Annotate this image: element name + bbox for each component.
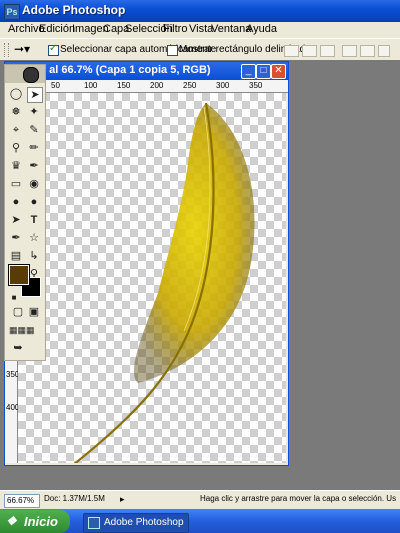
move-tool-icon[interactable]: ➤ — [27, 87, 43, 103]
paint-bucket-icon[interactable]: ◉ — [27, 177, 41, 191]
taskbar-item-label: Adobe Photoshop — [104, 517, 184, 528]
toolbox-header[interactable] — [5, 65, 45, 83]
eyedropper-tool-icon[interactable]: ↳ — [27, 249, 41, 263]
minimize-icon[interactable]: _ — [241, 64, 256, 79]
start-label: Inicio — [24, 514, 58, 529]
slice-tool-icon[interactable]: ✎ — [27, 123, 41, 137]
path-selection-icon[interactable]: ➤ — [9, 213, 23, 227]
status-arrow-icon[interactable]: ▸ — [120, 494, 125, 505]
brush-tool-icon[interactable]: ✏ — [27, 141, 41, 155]
menu-ayuda[interactable]: Ayuda — [246, 23, 277, 35]
menu-vista[interactable]: Vista — [189, 23, 213, 35]
align-top-icon[interactable] — [284, 45, 299, 57]
type-tool-icon[interactable]: T — [27, 213, 41, 227]
toolbox: ◯ ➤ ❅ ✦ ⌖ ✎ ⚲ ✏ ♛ ✒ ▭ ◉ ● ● ➤ T ✒ ☆ ▤ ↳ … — [4, 64, 46, 361]
zoom-field[interactable]: 66.67% — [4, 494, 40, 508]
ruler-label: 300 — [216, 81, 230, 90]
app-title: Adobe Photoshop — [22, 3, 126, 17]
ruler-label: 150 — [117, 81, 131, 90]
document-window: ...tulo-1 al 66.7% (Capa 1 copia 5, RGB)… — [4, 61, 289, 466]
default-colors-icon[interactable]: ■ — [7, 291, 21, 305]
ruler-label: 100 — [84, 81, 98, 90]
quick-mask-icon[interactable]: ▣ — [27, 305, 41, 319]
move-tool-preset-icon[interactable]: ➞▾ — [14, 42, 30, 56]
eraser-tool-icon[interactable]: ▭ — [9, 177, 23, 191]
healing-brush-icon[interactable]: ⚲ — [9, 141, 23, 155]
align-left-icon[interactable] — [342, 45, 357, 57]
grip-handle[interactable] — [4, 43, 9, 57]
status-bar: 66.67% Doc: 1.37M/1.5M ▸ Haga clic y arr… — [0, 490, 400, 509]
status-hint: Haga clic y arrastre para mover la capa … — [200, 494, 396, 503]
ruler-horizontal[interactable]: 0 50 100 150 200 250 300 350 — [5, 80, 288, 93]
align-hcenter-icon[interactable] — [360, 45, 375, 57]
eye-logo-icon — [23, 67, 39, 83]
auto-select-checkbox[interactable]: ✓ — [48, 43, 59, 56]
screen-mode-icon[interactable]: ▦▦▦ — [9, 323, 35, 337]
pen-tool-icon[interactable]: ✒ — [9, 231, 23, 245]
image-canvas[interactable] — [18, 93, 286, 463]
windows-logo-icon: ❖ — [6, 514, 17, 528]
feather-image — [73, 102, 255, 463]
app-titlebar: Ps Adobe Photoshop — [0, 0, 400, 22]
menu-edicion[interactable]: Edición — [39, 23, 75, 35]
ruler-label: 350 — [249, 81, 263, 90]
align-right-icon[interactable] — [378, 45, 390, 57]
document-titlebar[interactable]: ...tulo-1 al 66.7% (Capa 1 copia 5, RGB)… — [5, 62, 288, 80]
magic-wand-tool-icon[interactable]: ✦ — [27, 105, 41, 119]
ruler-label: 50 — [51, 81, 60, 90]
crop-tool-icon[interactable]: ⌖ — [9, 123, 23, 137]
options-bar: ➞▾ ✓ Seleccionar capa automáticamente Mo… — [0, 38, 400, 62]
taskbar: ❖ Inicio Adobe Photoshop — [0, 510, 400, 533]
align-vcenter-icon[interactable] — [302, 45, 317, 57]
taskbar-item-photoshop[interactable]: Adobe Photoshop — [83, 513, 189, 533]
checkmark-icon: ✓ — [49, 43, 58, 54]
close-icon[interactable]: ✕ — [271, 64, 286, 79]
dodge-tool-icon[interactable]: ● — [27, 195, 41, 209]
ruler-label: 250 — [183, 81, 197, 90]
align-bottom-icon[interactable] — [320, 45, 335, 57]
blur-tool-icon[interactable]: ● — [9, 195, 23, 209]
start-button[interactable]: ❖ Inicio — [0, 510, 70, 533]
jump-to-imageready-icon[interactable]: ➥ — [11, 341, 25, 355]
standard-mode-icon[interactable]: ▢ — [11, 305, 25, 319]
menubar: Archivo Edición Imagen Capa Selección Fi… — [0, 22, 400, 38]
foreground-color-swatch[interactable] — [8, 264, 30, 286]
lasso-tool-icon[interactable]: ❅ — [9, 105, 23, 119]
photoshop-icon: Ps — [4, 4, 20, 20]
maximize-icon[interactable]: □ — [256, 64, 271, 79]
menu-filtro[interactable]: Filtro — [163, 23, 187, 35]
photoshop-icon — [88, 517, 100, 529]
ruler-label: 200 — [150, 81, 164, 90]
history-brush-icon[interactable]: ✒ — [27, 159, 41, 173]
bounding-box-checkbox[interactable] — [167, 45, 178, 56]
doc-size-indicator[interactable]: Doc: 1.37M/1.5M — [44, 494, 105, 503]
shape-tool-icon[interactable]: ☆ — [27, 231, 41, 245]
notes-tool-icon[interactable]: ▤ — [9, 249, 23, 263]
clone-stamp-icon[interactable]: ♛ — [9, 159, 23, 173]
marquee-tool-icon[interactable]: ◯ — [9, 87, 23, 101]
